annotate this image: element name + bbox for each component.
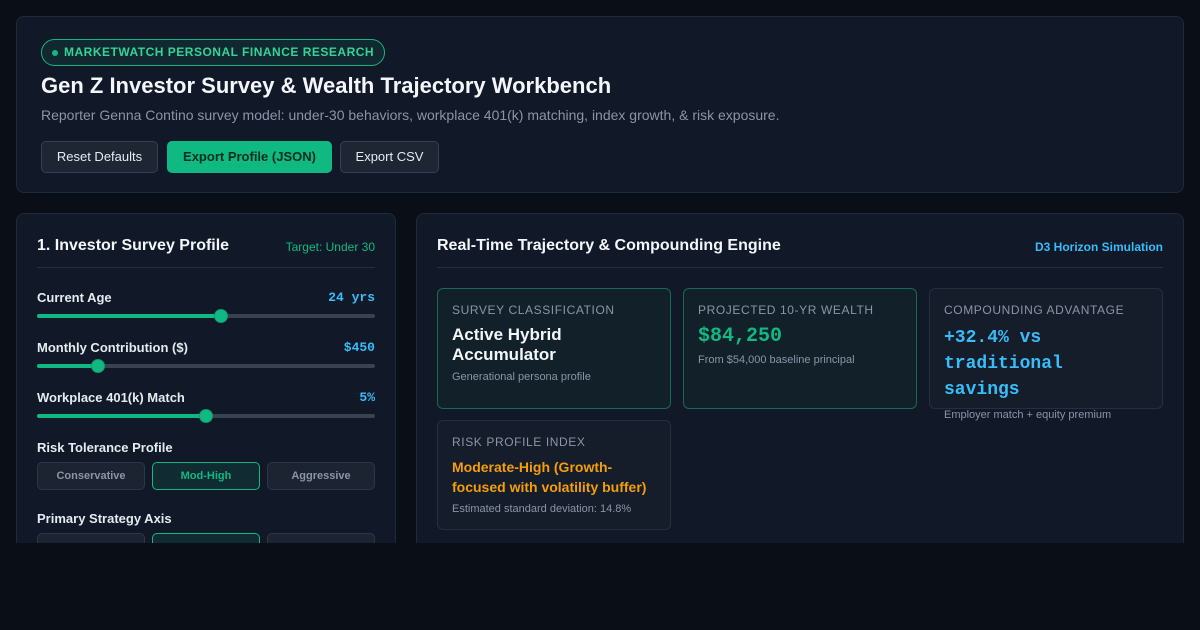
risk-option-aggressive[interactable]: Aggressive (267, 462, 375, 490)
strategy-axis-label: Primary Strategy Axis (37, 511, 172, 526)
match-slider-thumb[interactable] (199, 409, 213, 423)
profile-title: 1. Investor Survey Profile (37, 237, 230, 254)
divider (437, 267, 1163, 268)
divider (37, 267, 375, 268)
status-dot-icon (52, 50, 58, 56)
projected-wealth-value: $84,250 (698, 325, 783, 348)
risk-profile-card: RISK PROFILE INDEX Moderate-High (Growth… (437, 420, 671, 530)
risk-option-conservative[interactable]: Conservative (37, 462, 145, 490)
page-subtitle: Reporter Genna Contino survey model: und… (41, 107, 780, 123)
classification-note: Generational persona profile (452, 371, 591, 383)
risk-tolerance-label: Risk Tolerance Profile (37, 440, 173, 455)
header-panel: MARKETWATCH PERSONAL FINANCE RESEARCH Ge… (16, 16, 1184, 193)
reset-defaults-button[interactable]: Reset Defaults (41, 141, 158, 173)
classification-card: SURVEY CLASSIFICATION Active Hybrid Accu… (437, 288, 671, 409)
export-json-button[interactable]: Export Profile (JSON) (167, 141, 332, 173)
risk-profile-value: Moderate-High (Growth-focused with volat… (452, 459, 647, 495)
match-slider[interactable] (37, 409, 375, 423)
age-slider[interactable] (37, 309, 375, 323)
projected-wealth-note: From $54,000 baseline principal (698, 354, 855, 366)
research-badge-label: MARKETWATCH PERSONAL FINANCE RESEARCH (64, 45, 375, 59)
compounding-advantage-note: Employer match + equity premium (944, 409, 1112, 421)
viewport-clip (0, 543, 1200, 630)
age-slider-fill (37, 314, 222, 318)
research-badge: MARKETWATCH PERSONAL FINANCE RESEARCH (41, 39, 386, 66)
age-slider-value: 24 yrs (328, 290, 375, 305)
engine-title: Real-Time Trajectory & Compounding Engin… (437, 237, 781, 254)
risk-profile-note: Estimated standard deviation: 14.8% (452, 503, 632, 515)
contribution-slider-fill (37, 364, 98, 368)
trajectory-engine-panel: Real-Time Trajectory & Compounding Engin… (416, 213, 1184, 553)
contribution-slider-label: Monthly Contribution ($) (37, 340, 188, 355)
target-label: Target: Under 30 (285, 240, 375, 254)
match-slider-value: 5% (359, 390, 375, 405)
investor-profile-panel: 1. Investor Survey Profile Target: Under… (16, 213, 396, 553)
projected-wealth-card: PROJECTED 10-YR WEALTH $84,250 From $54,… (683, 288, 917, 409)
classification-kicker: SURVEY CLASSIFICATION (452, 303, 615, 317)
contribution-slider-value: $450 (343, 340, 375, 355)
simulation-tag[interactable]: D3 Horizon Simulation (1035, 240, 1163, 254)
contribution-slider-thumb[interactable] (90, 359, 105, 373)
age-slider-thumb[interactable] (214, 309, 229, 323)
match-slider-fill (37, 414, 206, 418)
compounding-advantage-card: COMPOUNDING ADVANTAGE +32.4% vs traditio… (929, 288, 1163, 421)
page-title: Gen Z Investor Survey & Wealth Trajector… (41, 73, 612, 98)
risk-profile-kicker: RISK PROFILE INDEX (452, 435, 586, 449)
compounding-advantage-kicker: COMPOUNDING ADVANTAGE (944, 303, 1125, 317)
export-csv-button[interactable]: Export CSV (340, 141, 439, 173)
compounding-advantage-value: +32.4% vs traditional savings (944, 328, 1063, 400)
match-slider-label: Workplace 401(k) Match (37, 390, 185, 405)
risk-option-mod-high[interactable]: Mod-High (152, 462, 260, 490)
contribution-slider[interactable] (37, 359, 375, 373)
projected-wealth-kicker: PROJECTED 10-YR WEALTH (698, 303, 874, 317)
age-slider-label: Current Age (37, 290, 112, 305)
classification-value: Active Hybrid Accumulator (452, 325, 562, 364)
